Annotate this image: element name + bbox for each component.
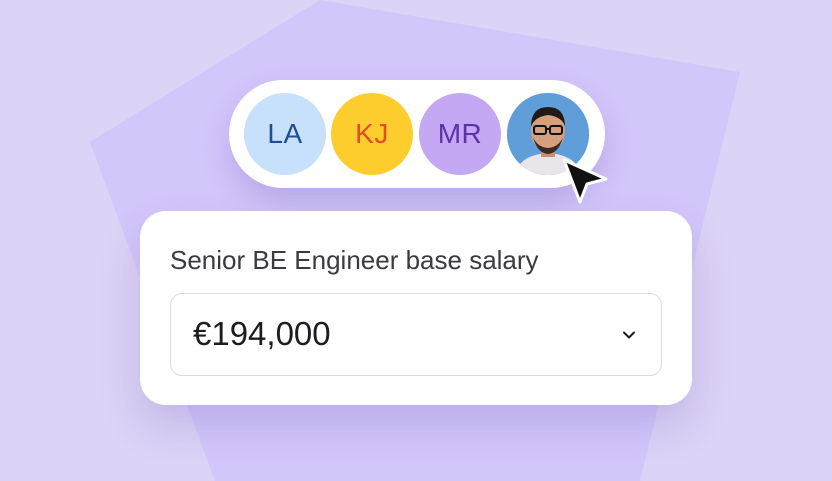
avatar-initials: MR — [437, 118, 483, 149]
avatar-initials: KJ — [355, 118, 389, 149]
salary-card: Senior BE Engineer base salary €194,000 — [140, 211, 692, 405]
avatar-kj[interactable]: KJ — [331, 93, 413, 175]
salary-dropdown[interactable]: €194,000 — [170, 293, 662, 376]
pointer-arrow-icon — [562, 158, 608, 204]
collaborators-avatar-group: LA KJ MR — [229, 80, 605, 188]
salary-field-label: Senior BE Engineer base salary — [170, 245, 539, 275]
avatar-mr[interactable]: MR — [419, 93, 501, 175]
avatar-la[interactable]: LA — [244, 93, 326, 175]
salary-value: €194,000 — [193, 315, 331, 352]
avatar-initials: LA — [267, 118, 303, 149]
chevron-down-icon[interactable] — [621, 327, 637, 343]
